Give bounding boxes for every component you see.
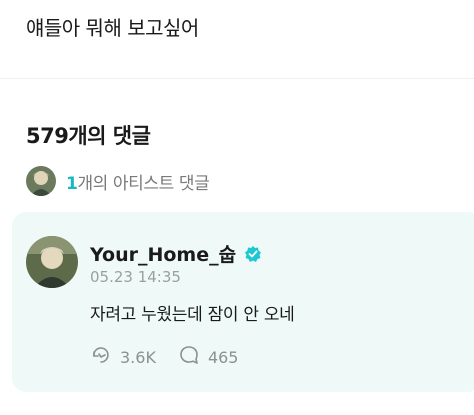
comment-timestamp: 05.23 14:35: [90, 268, 181, 286]
reply-count: 465: [207, 347, 239, 367]
artist-mini-avatar: [26, 166, 56, 196]
comments-count-header: 579개의 댓글: [26, 124, 151, 148]
username-row[interactable]: Your_Home_숩: [90, 240, 262, 267]
artist-comments-label: 1개의 아티스트 댓글: [66, 169, 210, 194]
artist-comment-card[interactable]: Your_Home_숩 05.23 14:35 자려고 누웠는데 잠이 안 오네…: [12, 212, 474, 392]
like-count: 3.6K: [120, 347, 156, 367]
user-avatar[interactable]: [26, 236, 78, 288]
artist-comment-text: 개의 아티스트 댓글: [77, 173, 210, 194]
post-text: 얘들아 뭐해 보고싶어: [26, 16, 199, 40]
like-button[interactable]: 3.6K: [90, 344, 156, 370]
comment-actions: 3.6K 465: [90, 344, 260, 370]
refresh-hand-icon: [90, 344, 120, 370]
divider: [0, 78, 474, 79]
username[interactable]: Your_Home_숩: [90, 240, 236, 267]
speech-bubble-icon: [178, 344, 208, 370]
artist-comments-row[interactable]: 1개의 아티스트 댓글: [26, 166, 210, 196]
reply-button[interactable]: 465: [178, 344, 239, 370]
verified-badge-icon: [244, 245, 262, 263]
comment-text: 자려고 누웠는데 잠이 안 오네: [90, 305, 295, 325]
artist-comment-count: 1: [66, 173, 78, 194]
